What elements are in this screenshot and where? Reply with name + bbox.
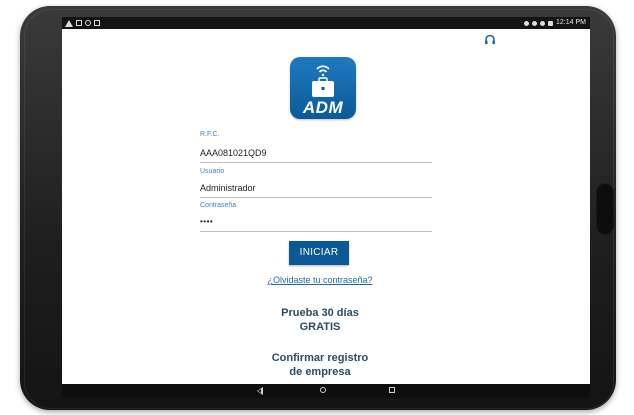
logo-text: ADM [302,98,344,117]
free-trial-line2: GRATIS [299,321,341,333]
tablet-home-button[interactable] [596,183,614,235]
status-bar: 12:14 PM [62,17,590,29]
rfc-underline [200,162,432,163]
recent-apps-icon[interactable] [389,387,395,393]
warning-icon [65,19,73,27]
rfc-field[interactable]: AAA081021QD9 [200,148,267,158]
free-trial-link[interactable]: Prueba 30 días GRATIS [240,306,400,334]
confirm-line2: de empresa [289,366,351,378]
mail-icon [94,20,100,26]
free-trial-line1: Prueba 30 días [281,307,359,319]
tablet-screen: 12:14 PM ADM R.F.C. AAA081021QD9 Usuario… [62,17,590,398]
briefcase-wifi-icon [312,65,334,97]
back-icon[interactable] [257,387,263,395]
user-label: Usuario [200,168,225,175]
app-logo: ADM [290,57,356,119]
photo-notification-icon [76,20,82,26]
home-icon[interactable] [320,387,326,393]
confirm-line1: Confirmar registro [271,352,369,364]
status-indicators: 12:14 PM [524,17,586,29]
battery-icon [548,20,554,26]
status-time: 12:14 PM [556,19,586,26]
forgot-password-link[interactable]: ¿Olvidaste tu contraseña? [262,275,378,285]
password-label: Contraseña [200,202,237,209]
alarm-icon [524,20,530,26]
headset-icon[interactable] [484,34,496,46]
wifi-icon [540,20,546,26]
record-icon [85,20,91,26]
user-field[interactable]: Administrador [200,183,256,193]
password-underline [200,231,432,232]
login-button[interactable]: INICIAR [289,241,349,265]
confirm-registration-link[interactable]: Confirmar registro de empresa [240,351,400,379]
sync-icon [532,20,538,26]
navigation-bar [62,384,590,398]
notification-icons [65,17,100,29]
rfc-label: R.F.C. [200,131,220,138]
password-field[interactable]: •••• [200,217,213,226]
user-underline [200,197,432,198]
